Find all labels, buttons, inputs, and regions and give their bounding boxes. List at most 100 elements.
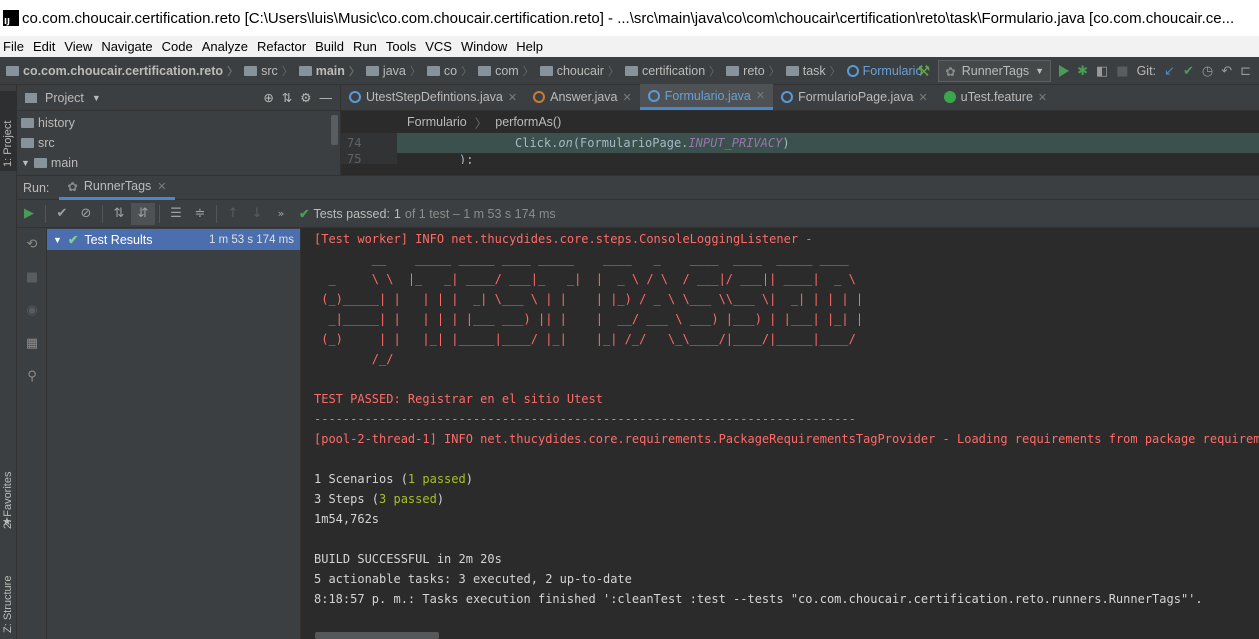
tab-formulario[interactable]: Formulario.java ✕ — [639, 84, 774, 110]
build-hammer-icon[interactable]: ⚒ — [917, 62, 930, 80]
breadcrumb-com[interactable]: com 〉 — [472, 63, 534, 79]
editor-breadcrumb-class[interactable]: Formulario — [407, 115, 467, 129]
class-icon — [647, 89, 660, 102]
tab-uteststepdefintions[interactable]: UtestStepDefintions.java ✕ — [341, 84, 525, 110]
folder-icon — [365, 65, 379, 76]
history-icon[interactable]: ◷ — [1202, 64, 1213, 79]
run-icon[interactable] — [1059, 65, 1070, 77]
console-output[interactable]: [Test worker] INFO net.thucydides.core.s… — [301, 228, 1259, 639]
editor-breadcrumb-method[interactable]: performAs() — [495, 115, 561, 129]
tool-tab-project[interactable]: 1: Project — [0, 91, 17, 171]
folder-icon — [244, 65, 258, 76]
breadcrumb-project[interactable]: co.com.choucair.certification.reto 〉 — [0, 63, 238, 79]
tool-tab-structure[interactable]: Z: Structure — [0, 555, 17, 639]
menu-build[interactable]: Build — [312, 39, 350, 54]
close-icon[interactable]: ✕ — [508, 91, 517, 104]
menu-refactor[interactable]: Refactor — [254, 39, 312, 54]
menu-code[interactable]: Code — [159, 39, 199, 54]
expand-all-icon[interactable]: ☰ — [164, 203, 188, 225]
menu-view[interactable]: View — [61, 39, 98, 54]
test-results-node[interactable]: ▼ ✔ Test Results 1 m 53 s 174 ms — [47, 229, 300, 250]
project-view-select[interactable]: Project — [45, 91, 84, 105]
collapse-all-icon[interactable]: ⇅ — [282, 90, 292, 105]
editor-tabs: UtestStepDefintions.java ✕ Answer.java ✕ F… — [341, 84, 1259, 111]
tab-utest-feature[interactable]: uTest.feature ✕ — [936, 84, 1055, 110]
menu-tools[interactable]: Tools — [383, 39, 422, 54]
breadcrumb-java[interactable]: java 〉 — [360, 63, 421, 79]
run-configuration-select[interactable]: ✿ RunnerTags ▼ — [938, 60, 1052, 82]
menu-analyze[interactable]: Analyze — [199, 39, 254, 54]
vcs-commit-icon[interactable]: ✔ — [1183, 64, 1194, 79]
coverage-icon[interactable]: ◧ — [1096, 64, 1108, 79]
tab-formulariopage[interactable]: FormularioPage.java ✕ — [773, 84, 936, 110]
chevron-down-icon: ▼ — [53, 234, 62, 245]
menu-vcs[interactable]: VCS — [422, 39, 458, 54]
console-scrollbar[interactable] — [315, 632, 439, 639]
code-line[interactable]: 75 ); — [341, 153, 1259, 164]
previous-failed-icon[interactable]: ↑ — [221, 203, 245, 225]
run-tab-runnertags[interactable]: ✿ RunnerTags ✕ — [59, 175, 175, 200]
pin-icon[interactable]: ⚲ — [17, 360, 47, 393]
hide-panel-icon[interactable]: — — [320, 91, 341, 105]
layout-icon[interactable]: ▦ — [17, 327, 47, 360]
close-icon[interactable]: ✕ — [623, 91, 632, 104]
sort-alphabetically-icon[interactable]: ⇅ — [107, 203, 131, 225]
breadcrumb-choucair[interactable]: choucair 〉 — [534, 63, 619, 79]
close-icon[interactable]: ✕ — [918, 91, 927, 104]
breadcrumb-certification[interactable]: certification 〉 — [619, 63, 720, 79]
tool-tab-favorites[interactable]: 2: Favorites ★ — [0, 457, 17, 537]
locate-icon[interactable]: ⊕ — [263, 90, 273, 105]
close-icon[interactable]: ✕ — [157, 180, 166, 193]
sort-by-duration-icon[interactable]: ⇵ — [131, 202, 155, 225]
eye-icon[interactable]: ◉ — [17, 294, 47, 327]
test-status: ✔ Tests passed: 1 of 1 test – 1 m 53 s 1… — [299, 206, 556, 222]
code-line[interactable]: 74 Click.on(FormularioPage.INPUT_PRIVACY… — [341, 133, 1259, 153]
folder-icon — [726, 65, 740, 76]
stop-icon[interactable]: ■ — [1116, 64, 1128, 79]
close-icon[interactable]: ✕ — [756, 89, 765, 102]
tab-answer[interactable]: Answer.java ✕ — [525, 84, 640, 110]
menu-edit[interactable]: Edit — [30, 39, 61, 54]
menu-run[interactable]: Run — [350, 39, 383, 54]
console-line: 8:18:57 p. m.: Tasks execution finished … — [314, 592, 1203, 606]
debug-icon[interactable]: ✱ — [1077, 64, 1088, 79]
breadcrumb-co[interactable]: co 〉 — [421, 63, 472, 79]
class-icon — [781, 91, 794, 103]
project-panel: Project ▼ ⊕ ⇅ ⚙ — history src ▼ main — [17, 85, 341, 175]
console-line: [Test worker] INFO net.thucydides.core.s… — [314, 232, 813, 246]
vcs-update-icon[interactable]: ↙ — [1164, 64, 1175, 79]
breadcrumb-formulario[interactable]: Formulario — [841, 64, 922, 78]
menu-navigate[interactable]: Navigate — [98, 39, 158, 54]
test-results-tree: ▼ ✔ Test Results 1 m 53 s 174 ms — [47, 228, 301, 639]
project-scrollbar[interactable] — [331, 115, 338, 145]
rerun-failed-icon[interactable]: ⟲ — [17, 228, 47, 261]
rollback-icon[interactable]: ↶ — [1221, 64, 1232, 79]
next-failed-icon[interactable]: ↓ — [245, 203, 269, 225]
folder-icon — [21, 118, 34, 128]
breadcrumb-src[interactable]: src 〉 — [238, 63, 293, 79]
close-icon[interactable]: ✕ — [1038, 91, 1047, 104]
tree-item-main[interactable]: ▼ main — [17, 153, 340, 173]
tree-item-history[interactable]: history — [17, 113, 340, 133]
more-icon[interactable]: » — [269, 203, 293, 225]
chevron-down-icon[interactable]: ▼ — [92, 93, 101, 103]
line-number: 75 — [341, 153, 397, 164]
menu-window[interactable]: Window — [458, 39, 513, 54]
collapse-all-icon[interactable]: ≑ — [188, 203, 212, 225]
tree-item-src[interactable]: src — [17, 133, 340, 153]
breadcrumb-task[interactable]: task 〉 — [780, 63, 841, 79]
console-line: 5 actionable tasks: 3 executed, 2 up-to-… — [314, 572, 632, 586]
settings-wrench-icon[interactable]: ⊏ — [1240, 64, 1251, 79]
breadcrumb-main[interactable]: main 〉 — [293, 63, 360, 79]
rerun-icon[interactable]: ▶ — [17, 203, 41, 225]
folder-icon — [33, 158, 47, 168]
navbar-toolbar: ⚒ ✿ RunnerTags ▼ ✱ ◧ ■ Git: ↙ ✔ ◷ ↶ ⊏ — [917, 57, 1259, 85]
check-icon: ✔ — [67, 233, 79, 247]
menu-file[interactable]: File — [0, 39, 30, 54]
show-ignored-icon[interactable]: ⊘ — [74, 203, 98, 225]
breadcrumb-reto[interactable]: reto 〉 — [720, 63, 780, 79]
gear-icon[interactable]: ⚙ — [300, 90, 311, 105]
menu-help[interactable]: Help — [513, 39, 549, 54]
stop-icon[interactable]: ■ — [17, 261, 47, 294]
show-passed-icon[interactable]: ✔ — [50, 203, 74, 225]
